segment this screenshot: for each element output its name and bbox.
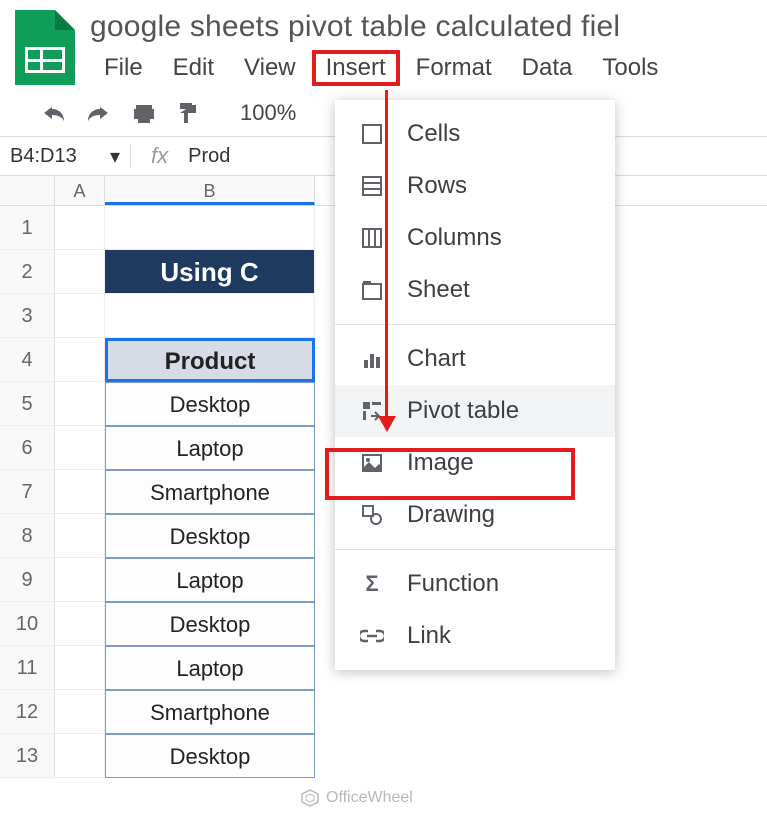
undo-icon[interactable]: [40, 103, 66, 123]
zoom-level[interactable]: 100%: [240, 100, 296, 126]
fx-icon: fx: [130, 143, 188, 169]
menu-item-label: Cells: [407, 120, 460, 148]
cell[interactable]: [55, 558, 105, 602]
function-icon: Σ: [359, 571, 385, 597]
menu-file[interactable]: File: [90, 50, 157, 86]
table-row[interactable]: Desktop: [105, 514, 315, 558]
menu-item-label: Drawing: [407, 501, 495, 529]
menu-item-label: Link: [407, 622, 451, 650]
watermark-text: OfficeWheel: [326, 789, 413, 807]
menu-item-link[interactable]: Link: [335, 610, 615, 662]
menu-item-drawing[interactable]: Drawing: [335, 489, 615, 541]
redo-icon[interactable]: [86, 103, 112, 123]
print-icon[interactable]: [132, 101, 156, 125]
menubar: File Edit View Insert Format Data Tools: [90, 50, 752, 86]
menu-item-label: Sheet: [407, 276, 470, 304]
column-header-a[interactable]: A: [55, 176, 105, 205]
paint-format-icon[interactable]: [176, 101, 200, 125]
table-row[interactable]: Desktop: [105, 382, 315, 426]
menu-item-label: Image: [407, 449, 474, 477]
row-header[interactable]: 10: [0, 602, 55, 646]
row-header[interactable]: 1: [0, 206, 55, 250]
row-header[interactable]: 12: [0, 690, 55, 734]
menu-item-columns[interactable]: Columns: [335, 212, 615, 264]
row-header[interactable]: 5: [0, 382, 55, 426]
table-row[interactable]: Desktop: [105, 734, 315, 778]
menu-item-label: Pivot table: [407, 397, 519, 425]
name-box-value: B4:D13: [10, 145, 77, 168]
menu-data[interactable]: Data: [508, 50, 587, 86]
menu-item-label: Function: [407, 570, 499, 598]
row-header[interactable]: 3: [0, 294, 55, 338]
drawing-icon: [359, 502, 385, 528]
cell[interactable]: [55, 382, 105, 426]
menu-divider: [335, 324, 615, 325]
watermark: OfficeWheel: [300, 788, 413, 808]
image-icon: [359, 450, 385, 476]
rows-icon: [359, 173, 385, 199]
menu-item-label: Chart: [407, 345, 466, 373]
row-header[interactable]: 8: [0, 514, 55, 558]
app-header: google sheets pivot table calculated fie…: [0, 0, 767, 86]
cell[interactable]: [105, 206, 315, 250]
row-header[interactable]: 2: [0, 250, 55, 294]
menu-tools[interactable]: Tools: [588, 50, 672, 86]
menu-item-function[interactable]: Σ Function: [335, 558, 615, 610]
menu-item-label: Columns: [407, 224, 502, 252]
menu-format[interactable]: Format: [402, 50, 506, 86]
formula-input[interactable]: Prod: [188, 145, 230, 168]
cell[interactable]: [55, 470, 105, 514]
menu-item-chart[interactable]: Chart: [335, 333, 615, 385]
table-row[interactable]: Smartphone: [105, 690, 315, 734]
banner-cell[interactable]: Using C: [105, 250, 315, 294]
document-title[interactable]: google sheets pivot table calculated fie…: [90, 10, 752, 44]
cell[interactable]: [55, 734, 105, 778]
cell[interactable]: [55, 646, 105, 690]
menu-item-pivot-table[interactable]: Pivot table: [335, 385, 615, 437]
menu-item-cells[interactable]: Cells: [335, 108, 615, 160]
cell[interactable]: [55, 602, 105, 646]
row-header[interactable]: 6: [0, 426, 55, 470]
table-row[interactable]: Desktop: [105, 602, 315, 646]
table-row[interactable]: Smartphone: [105, 470, 315, 514]
row-header[interactable]: 7: [0, 470, 55, 514]
menu-divider: [335, 549, 615, 550]
dropdown-icon: ▾: [110, 144, 120, 169]
cell[interactable]: [55, 206, 105, 250]
cell[interactable]: [55, 514, 105, 558]
cells-icon: [359, 121, 385, 147]
menu-item-label: Rows: [407, 172, 467, 200]
name-box[interactable]: B4:D13 ▾: [10, 144, 130, 169]
cell[interactable]: [55, 690, 105, 734]
chart-icon: [359, 346, 385, 372]
row-header[interactable]: 13: [0, 734, 55, 778]
menu-edit[interactable]: Edit: [159, 50, 228, 86]
table-header-cell[interactable]: Product: [105, 338, 315, 382]
cell[interactable]: [55, 426, 105, 470]
watermark-icon: [300, 788, 320, 808]
sheets-logo-icon[interactable]: [15, 10, 75, 85]
menu-insert[interactable]: Insert: [312, 50, 400, 86]
menu-item-rows[interactable]: Rows: [335, 160, 615, 212]
table-row[interactable]: Laptop: [105, 558, 315, 602]
cell[interactable]: [105, 294, 315, 338]
cell[interactable]: [55, 250, 105, 294]
table-row[interactable]: Laptop: [105, 426, 315, 470]
row-header[interactable]: 9: [0, 558, 55, 602]
menu-view[interactable]: View: [230, 50, 310, 86]
select-all-corner[interactable]: [0, 176, 55, 205]
menu-item-image[interactable]: Image: [335, 437, 615, 489]
cell[interactable]: [55, 338, 105, 382]
row-header[interactable]: 11: [0, 646, 55, 690]
cell[interactable]: [55, 294, 105, 338]
columns-icon: [359, 225, 385, 251]
row-header[interactable]: 4: [0, 338, 55, 382]
link-icon: [359, 623, 385, 649]
menu-item-sheet[interactable]: Sheet: [335, 264, 615, 316]
column-header-b[interactable]: B: [105, 176, 315, 205]
table-row[interactable]: Laptop: [105, 646, 315, 690]
sheet-icon: [359, 277, 385, 303]
insert-dropdown-menu: Cells Rows Columns Sheet Chart Pivot tab…: [335, 100, 615, 670]
